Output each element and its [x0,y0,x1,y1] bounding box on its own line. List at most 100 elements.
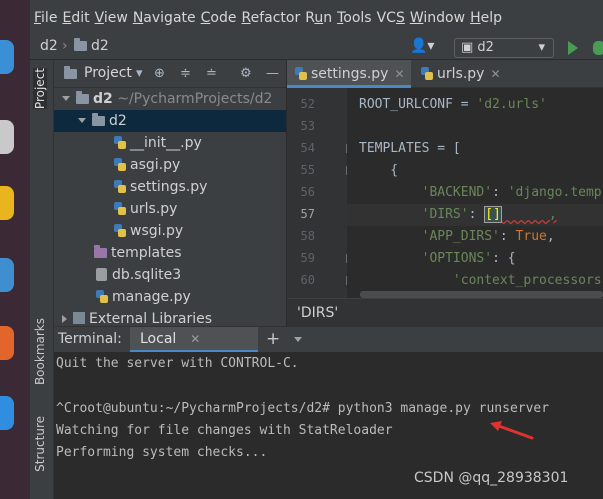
terminal-line: Performing system checks... [56,445,268,460]
debug-icon[interactable] [593,41,603,55]
tab-settings-py[interactable]: settings.py ✕ [287,60,411,88]
tree-item-file[interactable]: settings.py [54,176,286,198]
menu-item[interactable]: Navigate [133,10,196,26]
terminal-line: ^Croot@ubuntu:~/PycharmProjects/d2# pyth… [56,401,550,416]
editor-tabs: settings.py ✕ urls.py ✕ [287,60,603,88]
horizontal-scrollbar[interactable] [360,291,603,298]
left-tool-strip: Project Bookmarks Structure [30,60,54,499]
menu-item[interactable]: Refactor [241,10,300,26]
user-icon[interactable]: 👤▾ [410,38,434,54]
templates-folder-icon [94,245,107,258]
project-panel-header: Project ▾ ⊕ ≑ ≐ ⚙ — [54,60,286,88]
tab-bookmarks-tool[interactable]: Bookmarks [33,318,47,385]
tree-manage-name: manage.py [112,289,191,305]
tab-project-tool[interactable]: Project [33,68,47,110]
run-icon[interactable] [568,41,578,55]
menu-item[interactable]: VCS [377,10,405,26]
nav-folder-label: d2 [91,38,109,54]
code-line: 'context_processors [359,273,602,288]
tab-structure-tool[interactable]: Structure [33,416,47,472]
run-config-file-icon: ▣ [461,40,478,55]
locate-icon[interactable]: ⊕ [154,66,165,81]
tree-item-file[interactable]: asgi.py [54,154,286,176]
python-file-icon [114,158,126,171]
project-panel: Project ▾ ⊕ ≑ ≐ ⚙ — d2 ~/PycharmProjects… [54,60,286,326]
tree-item-file[interactable]: __init__.py [54,132,286,154]
code-line: 'BACKEND': 'django.temp [359,185,602,200]
menu-item[interactable]: Edit [62,10,89,26]
rhythmbox-icon[interactable] [0,186,14,220]
tree-item-file[interactable]: wsgi.py [54,220,286,242]
menu-item[interactable]: Window [410,10,465,26]
chevron-right-icon [62,315,67,323]
close-icon[interactable]: ✕ [394,67,404,81]
menu-item[interactable]: Tools [337,10,372,26]
software-icon[interactable] [0,326,14,360]
tree-item-package[interactable]: d2 [54,110,286,132]
watermark: CSDN @qq_28938301 [414,470,569,486]
line-number: 53 [300,119,315,133]
chevron-down-icon[interactable] [294,337,302,342]
menu-bar: File Edit View Navigate Code Refactor Run Tools… [30,0,603,36]
chevron-down-icon [62,96,70,101]
line-number: 52 [300,97,315,111]
menu-item[interactable]: Code [201,10,237,26]
folder-icon [74,38,87,51]
python-file-icon [114,180,126,193]
tab-local-terminal[interactable]: Local ✕ [130,327,258,353]
menu-item[interactable]: View [95,10,128,26]
hide-icon[interactable]: — [266,66,279,81]
tree-file-name: asgi.py [130,157,181,173]
python-file-icon [421,67,433,80]
chevron-down-icon [78,118,86,123]
collapse-all-icon[interactable]: ≐ [206,66,217,81]
line-number: 60 [300,273,315,287]
terminal-label: Terminal: [58,331,122,347]
code-editor[interactable]: ROOT_URLCONF = 'd2.urls' TEMPLATES = [ {… [347,88,603,298]
help-icon[interactable] [0,396,14,430]
line-number: 54 [300,141,315,155]
menu-item[interactable]: File [34,10,57,26]
menu-item[interactable]: Help [470,10,502,26]
menu-item[interactable]: Run [305,10,332,26]
tree-item-db[interactable]: db.sqlite3 [54,264,286,286]
close-icon[interactable]: ✕ [490,67,500,81]
tree-templates-name: templates [111,245,182,261]
tree-package-name: d2 [109,113,127,129]
python-file-icon [96,290,108,303]
tree-item-file[interactable]: urls.py [54,198,286,220]
gear-icon[interactable]: ⚙ [240,66,252,81]
tree-item-templates[interactable]: templates [54,242,286,264]
close-icon[interactable]: ✕ [190,332,200,346]
nav-folder[interactable]: d2 [74,38,109,54]
python-file-icon [295,67,307,80]
tree-file-name: __init__.py [130,135,202,151]
warning-squiggle: , [501,207,557,222]
library-icon [73,312,85,324]
terminal-line: Quit the server with CONTROL-C. [56,356,299,371]
project-panel-title[interactable]: Project [84,65,132,81]
add-terminal-icon[interactable]: + [266,329,280,349]
line-number: 57 [300,207,315,221]
python-file-icon [114,136,126,149]
expand-all-icon[interactable]: ≑ [180,66,191,81]
firefox-icon[interactable] [0,40,14,74]
run-config-select[interactable]: ▣ d2 ▾ [454,38,554,58]
code-line: 'APP_DIRS': True, [359,229,555,244]
writer-icon[interactable] [0,258,14,292]
code-line: 'DIRS': [] , [359,206,557,223]
line-number: 59 [300,251,315,265]
code-breadcrumb[interactable]: 'DIRS' [287,298,603,326]
files-icon[interactable] [0,120,14,154]
database-file-icon [96,268,107,281]
line-number: 58 [300,229,315,243]
tree-external-name: External Libraries [89,311,212,326]
tree-item-root[interactable]: d2 ~/PycharmProjects/d2 [54,88,286,110]
line-number: 56 [300,185,315,199]
tab-urls-py[interactable]: urls.py ✕ [413,60,517,88]
tree-item-external-libraries[interactable]: External Libraries [54,308,286,326]
chevron-down-icon[interactable]: ▾ [136,66,143,81]
nav-project[interactable]: d2 [40,38,58,54]
editor-gutter: 52 53 54 55 56 57 58 59 60 [287,88,347,298]
tree-item-manage[interactable]: manage.py [54,286,286,308]
